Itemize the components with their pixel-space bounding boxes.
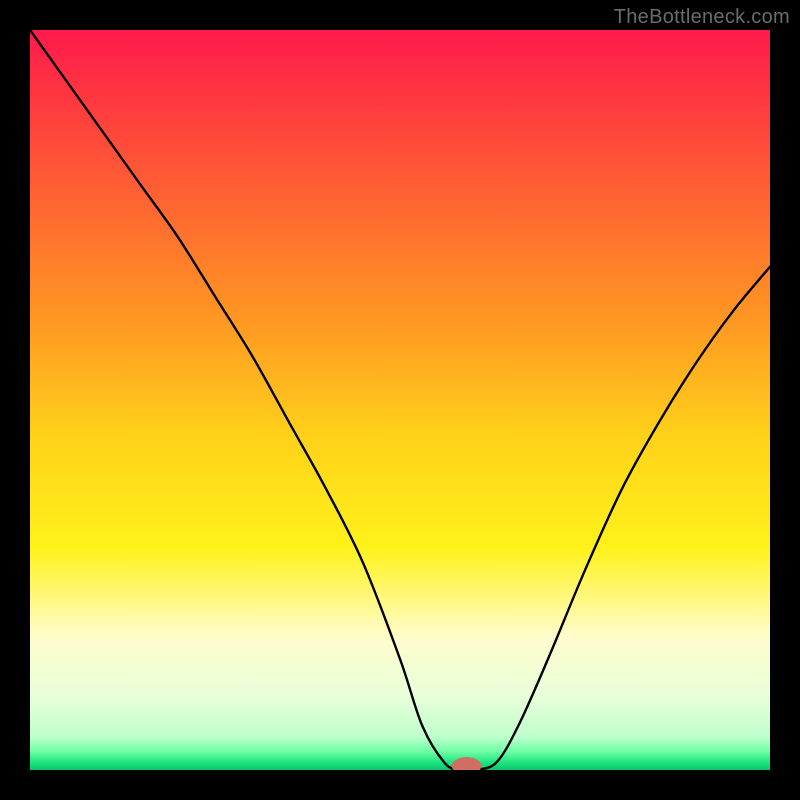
chart-frame: TheBottleneck.com (0, 0, 800, 800)
plot-area (30, 30, 770, 770)
bottleneck-chart (30, 30, 770, 770)
watermark-text: TheBottleneck.com (614, 6, 790, 29)
